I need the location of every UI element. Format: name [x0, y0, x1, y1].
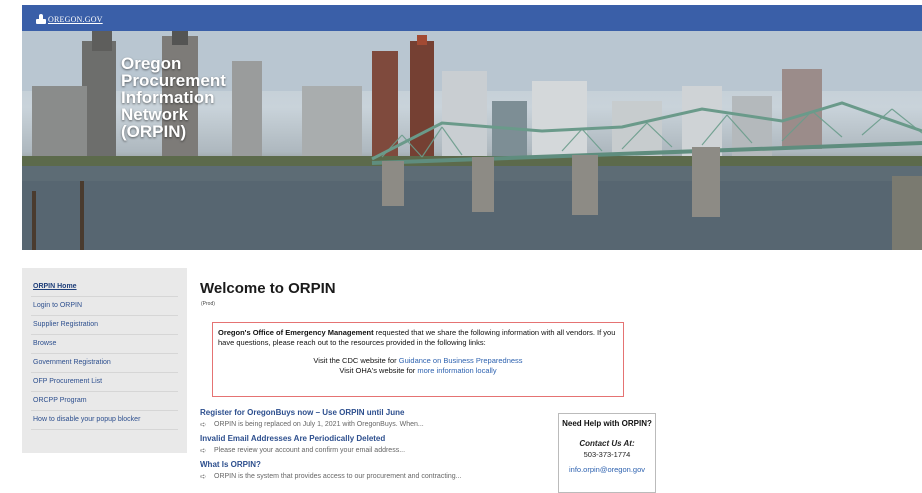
contact-phone: 503-373-1774	[583, 450, 631, 459]
notice-org: Oregon's Office of Emergency Management	[218, 328, 374, 337]
sidebar-nav: ORPIN Home Login to ORPIN Supplier Regis…	[22, 268, 187, 453]
page: OREGON.GOV Oregon Procurement Informatio…	[22, 0, 922, 493]
sidebar-item-orcpp-program[interactable]: ORCPP Program	[31, 392, 178, 411]
sidebar-item-browse[interactable]: Browse	[31, 335, 178, 354]
hero-title-line: (ORPIN)	[121, 122, 187, 141]
help-title: Need Help with ORPIN?	[562, 419, 652, 428]
news-summary: ORPIN is being replaced on July 1, 2021 …	[214, 421, 424, 428]
news-summary: Please review your account and confirm y…	[214, 447, 406, 454]
cdc-guidance-link[interactable]: Guidance on Business Preparedness	[399, 356, 523, 365]
news-heading-invalid-email[interactable]: Invalid Email Addresses Are Periodically…	[200, 434, 530, 443]
news-list: Register for OregonBuys now – Use ORPIN …	[200, 408, 530, 481]
news-item-oregonbuys: ➪ ORPIN is being replaced on July 1, 2021…	[200, 420, 530, 429]
hero-title-line: Network	[121, 105, 189, 124]
arrow-right-icon: ➪	[200, 420, 207, 429]
hero-title-line: Procurement	[121, 71, 226, 90]
arrow-right-icon: ➪	[200, 446, 207, 455]
hero-title-line: Information	[121, 88, 215, 107]
news-heading-oregonbuys[interactable]: Register for OregonBuys now – Use ORPIN …	[200, 408, 530, 417]
contact-email-link[interactable]: info.orpin@oregon.gov	[569, 465, 645, 474]
notice-line-cdc: Visit the CDC website for Guidance on Bu…	[218, 356, 618, 366]
main-content: Welcome to ORPIN (Prod) Oregon's Office …	[200, 268, 680, 481]
news-item-invalid-email: ➪ Please review your account and confirm …	[200, 446, 530, 455]
sidebar-item-government-registration[interactable]: Government Registration	[31, 354, 178, 373]
sidebar-item-orpin-home[interactable]: ORPIN Home	[31, 278, 178, 297]
oha-info-link[interactable]: more information locally	[417, 366, 496, 375]
notice-text: Oregon's Office of Emergency Management …	[218, 328, 618, 348]
environment-label: (Prod)	[201, 301, 215, 307]
logo-text: OREGON.GOV	[48, 14, 103, 24]
sidebar-item-login[interactable]: Login to ORPIN	[31, 297, 178, 316]
hero-title: Oregon Procurement Information Network (…	[121, 55, 321, 140]
sidebar-item-supplier-registration[interactable]: Supplier Registration	[31, 316, 178, 335]
cdc-prefix: Visit the CDC website for	[313, 356, 399, 365]
emergency-notice-box: Oregon's Office of Emergency Management …	[212, 322, 624, 397]
arrow-right-icon: ➪	[200, 472, 207, 481]
sidebar-item-ofp-procurement-list[interactable]: OFP Procurement List	[31, 373, 178, 392]
oha-prefix: Visit OHA's website for	[339, 366, 418, 375]
oregon-seal-icon	[36, 14, 46, 24]
news-item-what-is-orpin: ➪ ORPIN is the system that provides acces…	[200, 472, 530, 481]
news-summary: ORPIN is the system that provides access…	[214, 473, 462, 480]
top-bar: OREGON.GOV	[22, 5, 922, 31]
sidebar-item-popup-blocker-help[interactable]: How to disable your popup blocker	[31, 411, 178, 430]
notice-line-oha: Visit OHA's website for more information…	[218, 366, 618, 376]
help-box: Need Help with ORPIN? Contact Us At: 503…	[558, 413, 656, 493]
oregon-gov-logo[interactable]: OREGON.GOV	[36, 12, 103, 26]
contact-label: Contact Us At:	[579, 439, 635, 448]
page-title: Welcome to ORPIN	[200, 280, 336, 297]
news-heading-what-is-orpin[interactable]: What Is ORPIN?	[200, 460, 530, 469]
hero-title-line: Oregon	[121, 54, 182, 73]
hero-banner: Oregon Procurement Information Network (…	[22, 31, 922, 250]
